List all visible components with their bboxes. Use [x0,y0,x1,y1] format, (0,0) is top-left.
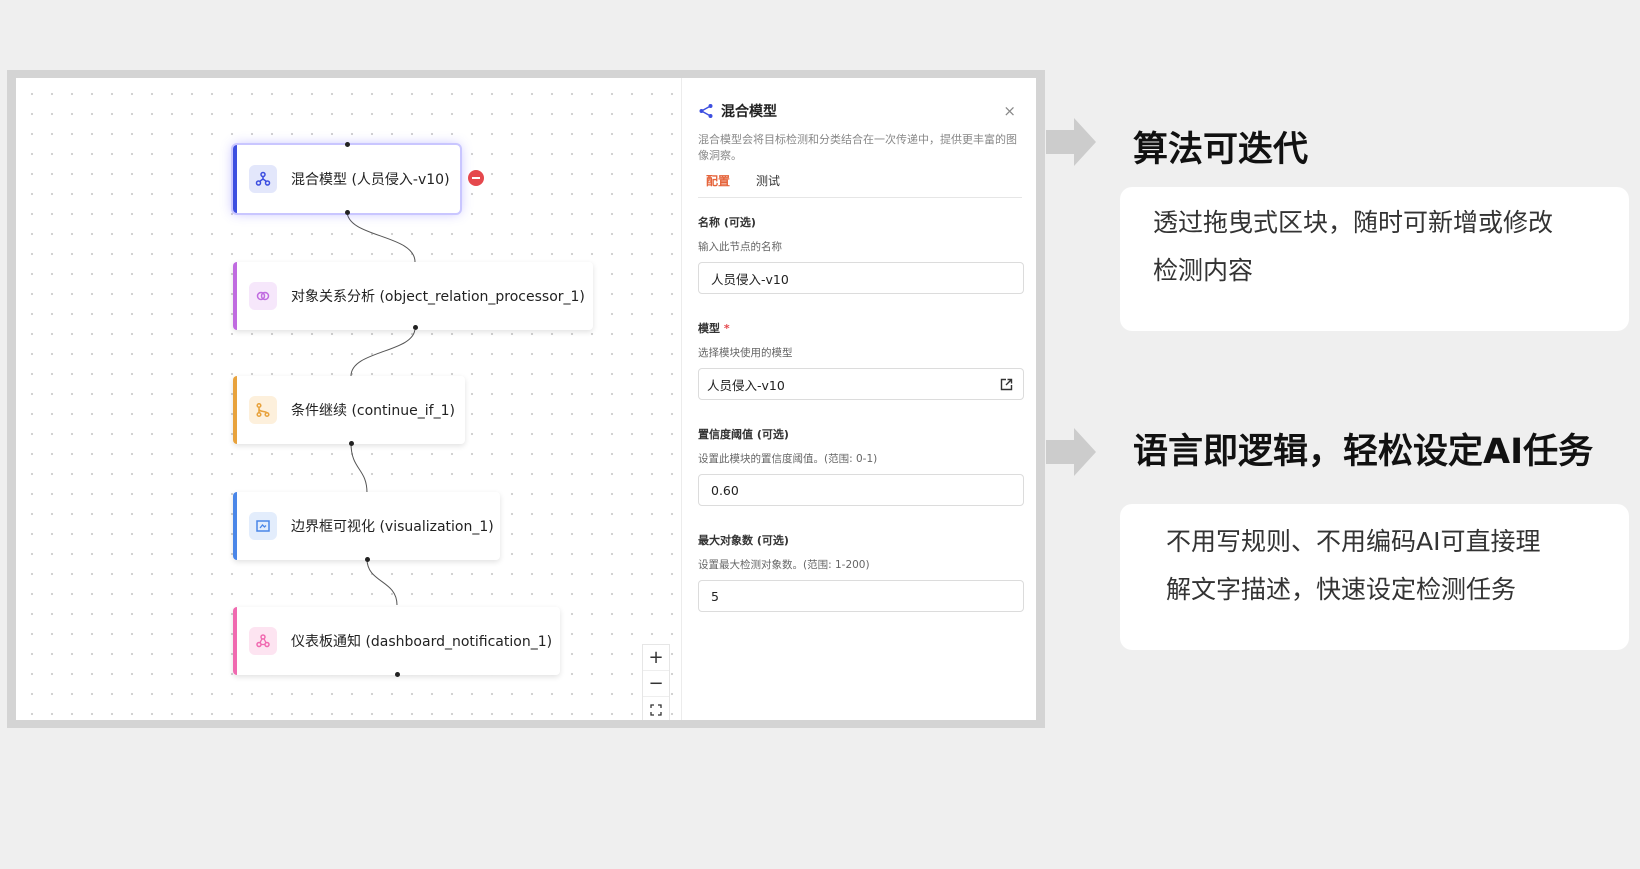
node-config-panel: 混合模型 × 混合模型会将目标检测和分类结合在一次传递中，提供更丰富的图像洞察。… [681,78,1036,720]
max-objects-field-label: 最大对象数 (可选) [698,534,789,547]
node-color-bar [233,607,237,675]
threshold-field-label: 置信度阈值 (可选) [698,428,789,441]
model-field-label: 模型 * [698,320,1022,336]
external-link-icon[interactable] [1000,378,1013,391]
tab-config[interactable]: 配置 [706,172,730,197]
close-icon[interactable]: × [1003,102,1016,120]
panel-header: 混合模型 × [698,100,1022,122]
node-label: 条件继续 (continue_if_1) [291,403,455,419]
max-objects-input[interactable]: 5 [698,580,1024,612]
tab-test[interactable]: 测试 [756,172,780,197]
node-output-port[interactable] [413,325,418,330]
screenshot-frame: 混合模型 (人员侵入-v10) 对象关系分析 (object_relation_… [7,70,1045,728]
fit-view-button[interactable] [643,697,669,720]
feature-card: 透过拖曳式区块，随时可新增或修改 检测内容 [1120,187,1629,331]
model-selector[interactable]: 人员侵入-v10 [698,368,1024,400]
feature-card-line: 不用写规则、不用编码AI可直接理 [1166,527,1541,556]
node-output-port[interactable] [345,210,350,215]
node-output-port[interactable] [395,672,400,677]
remove-node-button[interactable] [468,170,484,186]
node-color-bar [233,262,237,330]
panel-tabs: 配置 测试 [698,172,1022,198]
workflow-node-dashboard-notification[interactable]: 仪表板通知 (dashboard_notification_1) [233,607,560,677]
bounding-box-icon [249,512,277,540]
feature-card: 不用写规则、不用编码AI可直接理 解文字描述，快速设定检测任务 [1120,504,1629,650]
model-selector-value: 人员侵入-v10 [707,377,785,393]
webhook-icon [249,627,277,655]
zoom-in-button[interactable]: + [643,645,669,671]
threshold-input[interactable]: 0.60 [698,474,1024,506]
arrow-right-icon [1046,118,1096,166]
panel-description: 混合模型会将目标检测和分类结合在一次传递中，提供更丰富的图像洞察。 [698,133,1017,162]
name-field-label: 名称 (可选) [698,216,756,229]
arrow-right-icon [1046,428,1096,476]
model-field-hint: 选择模块使用的模型 [698,347,793,359]
link-icon [249,282,277,310]
node-color-bar [233,145,237,213]
feature-card-line: 解文字描述，快速设定检测任务 [1166,575,1517,604]
node-color-bar [233,492,237,560]
zoom-out-button[interactable]: − [643,671,669,697]
feature-card-line: 检测内容 [1153,256,1254,285]
node-output-port[interactable] [349,441,354,446]
workflow-node-visualization[interactable]: 边界框可视化 (visualization_1) [233,492,500,562]
panel-title: 混合模型 [721,104,777,120]
threshold-field-hint: 设置此模块的置信度阈值。(范围: 0-1) [698,453,878,465]
feature-heading: 算法可迭代 [1133,130,1309,170]
name-input[interactable]: 人员侵入-v10 [698,262,1024,294]
workflow-node-hybrid-model[interactable]: 混合模型 (人员侵入-v10) [233,142,460,215]
workflow-canvas[interactable]: 混合模型 (人员侵入-v10) 对象关系分析 (object_relation_… [16,78,681,720]
node-label: 边界框可视化 (visualization_1) [291,519,494,535]
name-field-hint: 输入此节点的名称 [698,241,782,253]
workflow-node-continue-if[interactable]: 条件继续 (continue_if_1) [233,376,465,446]
model-icon [699,104,713,118]
model-icon [249,165,277,193]
node-label: 混合模型 (人员侵入-v10) [291,172,450,188]
branch-icon [249,396,277,424]
workflow-editor: 混合模型 (人员侵入-v10) 对象关系分析 (object_relation_… [16,78,1036,720]
node-color-bar [233,376,237,444]
required-marker: * [723,322,730,335]
feature-card-line: 透过拖曳式区块，随时可新增或修改 [1153,208,1554,237]
node-output-port[interactable] [365,557,370,562]
fit-view-icon [650,703,662,716]
max-objects-field-hint: 设置最大检测对象数。(范围: 1-200) [698,559,870,571]
node-label: 仪表板通知 (dashboard_notification_1) [291,634,553,650]
model-label-text: 模型 [698,322,720,335]
feature-heading: 语言即逻辑，轻松设定AI任务 [1133,432,1594,472]
node-label: 对象关系分析 (object_relation_processor_1) [291,289,585,305]
zoom-controls: + − [642,644,670,720]
workflow-node-object-relation[interactable]: 对象关系分析 (object_relation_processor_1) [233,262,593,330]
node-input-port[interactable] [345,142,350,147]
